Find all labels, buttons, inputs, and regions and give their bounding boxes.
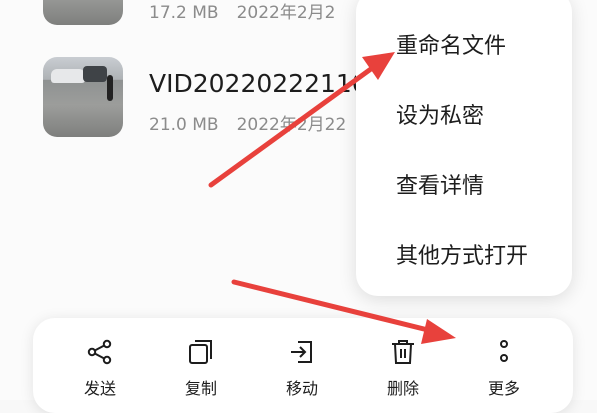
annotation-arrow-to-rename xyxy=(208,52,395,188)
annotation-arrow-to-more xyxy=(231,279,456,344)
annotation-arrows xyxy=(208,52,456,344)
